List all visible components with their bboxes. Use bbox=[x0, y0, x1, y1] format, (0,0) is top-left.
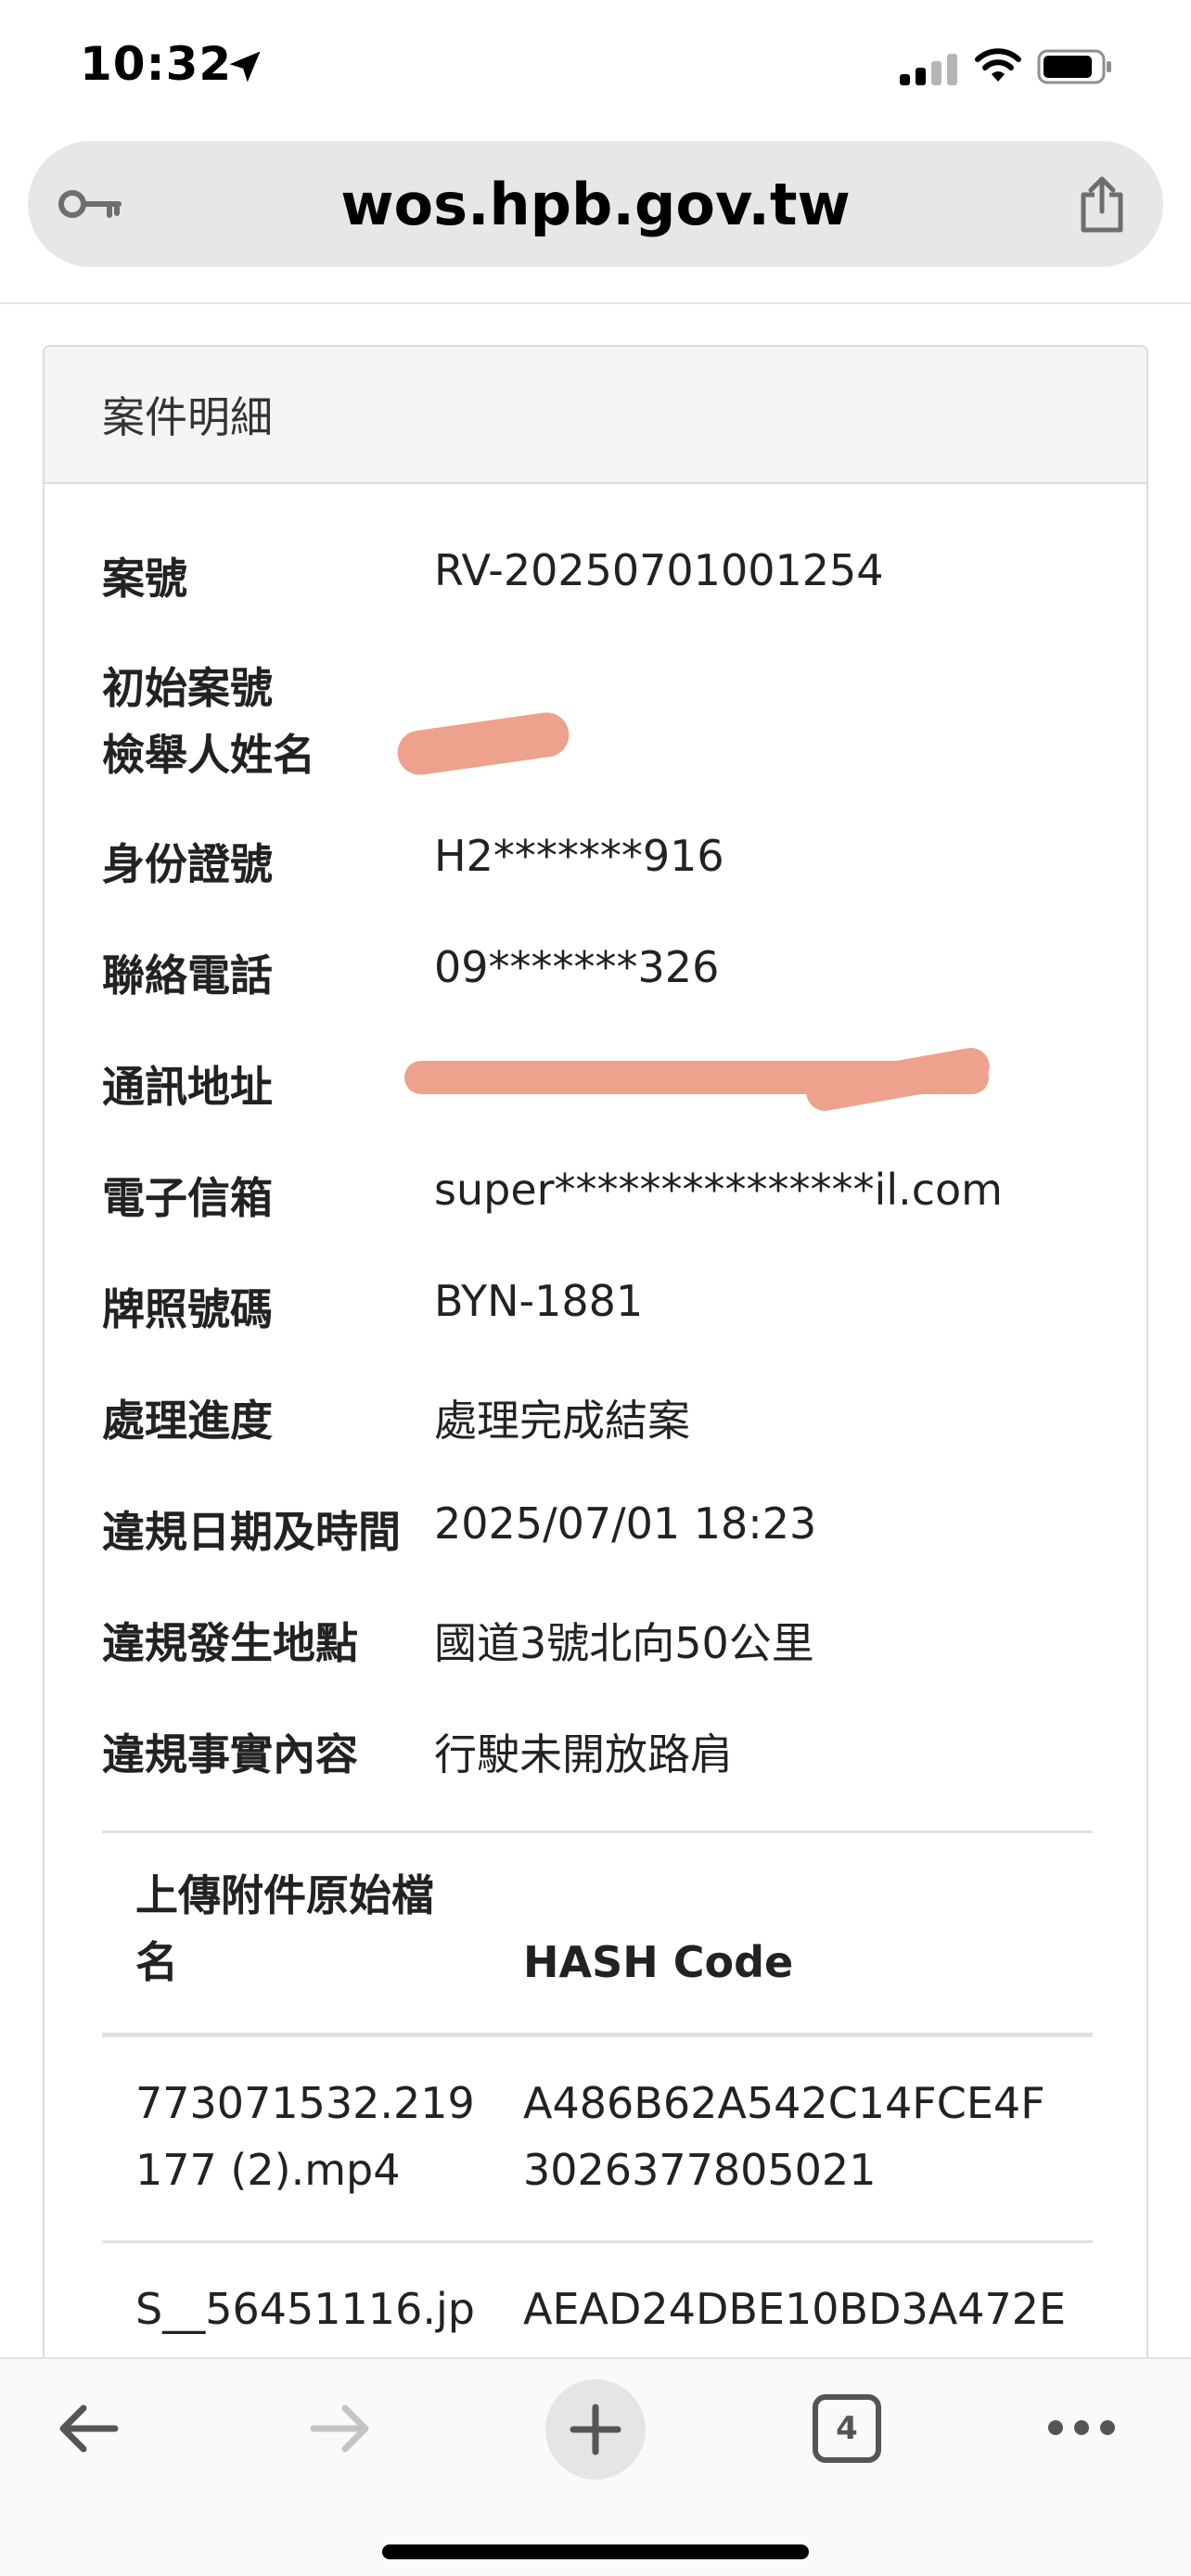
redaction-name bbox=[394, 709, 572, 778]
case-detail-card: 案件明細 案號 RV-20250701001254 初始案號 檢舉人姓名 身份證… bbox=[43, 345, 1148, 2533]
forward-arrow-icon[interactable] bbox=[306, 2394, 375, 2463]
th-filename-line1: 上傳附件原始檔 bbox=[135, 1870, 434, 1920]
status-bar: 10:32 bbox=[0, 0, 1191, 139]
label-violation-location: 違規發生地點 bbox=[102, 1618, 358, 1668]
value-violation-location: 國道3號北向50公里 bbox=[434, 1618, 814, 1668]
attachment-hash-1-line2: 3026377805021 bbox=[523, 2145, 877, 2195]
status-time: 10:32 bbox=[80, 37, 233, 91]
attachment-file-1-line1: 773071532.219 bbox=[135, 2078, 475, 2128]
value-plate: BYN-1881 bbox=[434, 1276, 644, 1326]
label-phone: 聯絡電話 bbox=[102, 950, 273, 1001]
label-violation-content: 違規事實內容 bbox=[102, 1729, 358, 1779]
label-plate: 牌照號碼 bbox=[102, 1284, 273, 1334]
redaction-address-tail bbox=[803, 1044, 992, 1115]
card-header: 案件明細 bbox=[45, 347, 1146, 484]
table-row-border bbox=[102, 2240, 1093, 2243]
attachment-file-2-line1: S__56451116.jp bbox=[135, 2284, 475, 2334]
attachment-file-1-line2: 177 (2).mp4 bbox=[135, 2145, 401, 2195]
new-tab-button[interactable] bbox=[545, 2379, 646, 2480]
tabs-button[interactable]: 4 bbox=[813, 2394, 881, 2463]
wifi-icon bbox=[975, 48, 1021, 82]
label-id-number: 身份證號 bbox=[102, 839, 273, 889]
more-icon[interactable] bbox=[1046, 2411, 1117, 2444]
address-bar[interactable]: wos.hpb.gov.tw bbox=[28, 141, 1163, 267]
value-case-no: RV-20250701001254 bbox=[434, 545, 884, 595]
value-progress: 處理完成結案 bbox=[434, 1396, 690, 1446]
share-icon[interactable] bbox=[1076, 176, 1128, 234]
label-case-no: 案號 bbox=[102, 554, 187, 604]
label-progress: 處理進度 bbox=[102, 1396, 273, 1446]
table-header-border bbox=[102, 2033, 1093, 2037]
plus-icon bbox=[570, 2404, 621, 2455]
label-initial-case-no: 初始案號 bbox=[102, 663, 273, 713]
th-filename-line2: 名 bbox=[135, 1937, 178, 1987]
value-violation-content: 行駛未開放路肩 bbox=[434, 1729, 733, 1779]
label-reporter-name: 檢舉人姓名 bbox=[102, 730, 315, 780]
toolbar-divider bbox=[0, 302, 1191, 304]
th-hash: HASH Code bbox=[523, 1937, 794, 1987]
label-email: 電子信箱 bbox=[102, 1173, 273, 1223]
home-indicator bbox=[382, 2544, 809, 2559]
label-address: 通訊地址 bbox=[102, 1062, 273, 1112]
value-violation-datetime: 2025/07/01 18:23 bbox=[434, 1498, 817, 1549]
location-arrow-icon bbox=[229, 51, 261, 83]
table-top-border bbox=[102, 1830, 1093, 1833]
attachment-hash-1-line1: A486B62A542C14FCE4F bbox=[523, 2078, 1045, 2128]
value-id-number: H2*******916 bbox=[434, 831, 724, 881]
cellular-signal-icon bbox=[900, 54, 957, 85]
card-title: 案件明細 bbox=[102, 392, 273, 442]
value-phone: 09*******326 bbox=[434, 942, 720, 992]
browser-toolbar: 4 bbox=[0, 2357, 1191, 2576]
battery-icon bbox=[1037, 49, 1111, 84]
value-email: super***************il.com bbox=[434, 1165, 1003, 1215]
back-arrow-icon[interactable] bbox=[54, 2394, 122, 2463]
url-text[interactable]: wos.hpb.gov.tw bbox=[28, 171, 1163, 238]
label-violation-datetime: 違規日期及時間 bbox=[102, 1507, 401, 1557]
attachment-hash-2-line1: AEAD24DBE10BD3A472E bbox=[523, 2284, 1067, 2334]
